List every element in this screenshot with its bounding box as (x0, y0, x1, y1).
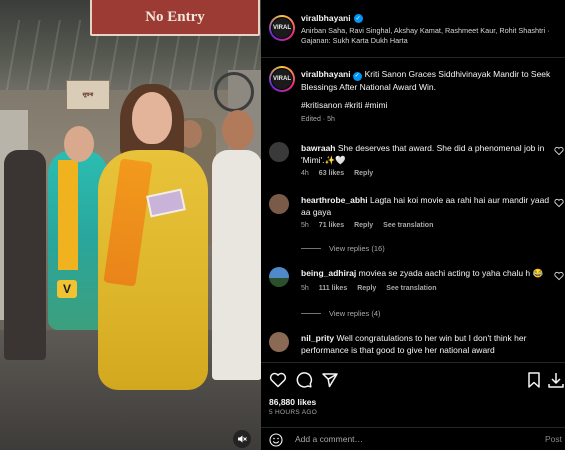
comment-text-row: nil_prity Well congratulations to her wi… (301, 332, 551, 356)
person-white-shirt (212, 150, 261, 380)
like-heart-icon[interactable] (269, 371, 287, 389)
verified-badge-icon: ✓ (352, 71, 362, 81)
download-icon[interactable] (547, 371, 565, 389)
comment-meta: 4h 63 likes Reply (301, 170, 373, 177)
comment-text: Well congratulations to her win but I do… (301, 333, 527, 355)
post-header: VIRAL viralbhayani ✓ Anirban Saha, Ravi … (261, 0, 565, 58)
audio-credit[interactable]: Anirban Saha, Ravi Singhal, Akshay Kamat… (301, 26, 561, 46)
author-username[interactable]: viralbhayani (301, 13, 351, 23)
comment-avatar[interactable] (269, 267, 289, 287)
comment-username[interactable]: hearthrobe_abhi (301, 195, 368, 205)
caption-avatar[interactable]: VIRAL (269, 66, 295, 92)
comment-time: 4h (301, 170, 309, 177)
see-translation-button[interactable]: See translation (386, 285, 436, 292)
post-side-panel: VIRAL viralbhayani ✓ Anirban Saha, Ravi … (261, 0, 565, 450)
post-comment-button[interactable]: Post (545, 434, 562, 444)
replies-line (301, 248, 321, 249)
author-username-row: viralbhayani ✓ (301, 13, 363, 23)
comment-username[interactable]: being_adhiraj (301, 268, 356, 278)
person-white-shirt-head (222, 110, 254, 150)
comment-likes[interactable]: 63 likes (319, 170, 344, 177)
comment-username[interactable]: bawraah (301, 143, 336, 153)
caption-hashtags[interactable]: #kritisanon #kriti #mimi (301, 100, 387, 110)
view-replies[interactable]: View replies (4) (301, 309, 381, 318)
add-comment-input[interactable]: Add a comment… (295, 434, 363, 444)
replies-line (301, 313, 321, 314)
person-dark-clothes (4, 150, 46, 360)
notice-text: सूचना (82, 92, 94, 98)
view-replies-label[interactable]: View replies (16) (329, 244, 385, 253)
comment-text: moviea se zyada aachi acting to yaha cha… (358, 268, 544, 278)
heart-icon[interactable] (554, 146, 564, 156)
comment-avatar[interactable] (269, 332, 289, 352)
comment-meta: 5h 71 likes Reply See translation (301, 222, 433, 229)
caption-username[interactable]: viralbhayani (301, 69, 351, 79)
brand-watermark: V (57, 280, 77, 298)
speaker-muted-icon (238, 435, 247, 443)
caption-meta: Edited · 5h (301, 116, 335, 123)
comment-text-row: bawraah She deserves that award. She did… (301, 142, 551, 166)
comment-likes[interactable]: 71 likes (319, 222, 344, 229)
brand-watermark-text: V (62, 282, 71, 296)
wall-fan (214, 72, 254, 112)
author-avatar[interactable]: VIRAL (269, 15, 295, 41)
view-replies[interactable]: View replies (16) (301, 244, 385, 253)
comment-username[interactable]: nil_prity (301, 333, 334, 343)
comment-avatar[interactable] (269, 194, 289, 214)
reply-button[interactable]: Reply (354, 170, 373, 177)
comment-likes[interactable]: 111 likes (319, 285, 347, 292)
post-media[interactable]: No Entry सूचना V (0, 0, 261, 450)
comment-text-row: being_adhiraj moviea se zyada aachi acti… (301, 267, 551, 279)
comment-avatar[interactable] (269, 142, 289, 162)
see-translation-button[interactable]: See translation (383, 222, 433, 229)
verified-badge-icon: ✓ (353, 13, 363, 23)
mute-button[interactable] (233, 430, 251, 448)
share-icon[interactable] (321, 371, 339, 389)
heart-icon[interactable] (554, 198, 564, 208)
notice-board: सूचना (66, 80, 110, 110)
emoji-icon[interactable] (269, 433, 283, 447)
yellow-scarf (58, 160, 78, 270)
comment-text-row: hearthrobe_abhi Lagta hai koi movie aa r… (301, 194, 551, 218)
main-person-face (132, 92, 172, 144)
person-teal-head (64, 126, 94, 162)
likes-count[interactable]: 86,880 likes (269, 397, 316, 407)
view-replies-label[interactable]: View replies (4) (329, 309, 381, 318)
reply-button[interactable]: Reply (357, 285, 376, 292)
comment-text: She deserves that award. She did a pheno… (301, 143, 545, 165)
add-comment-row: Add a comment… Post (261, 427, 565, 450)
heart-icon[interactable] (554, 271, 564, 281)
post-actions: 86,880 likes 5 HOURS AGO Add a comment… … (261, 362, 565, 450)
avatar-text: VIRAL (273, 76, 291, 82)
sign-text: No Entry (145, 8, 205, 25)
comment-meta: 5h 111 likes Reply See translation (301, 285, 436, 292)
reply-button[interactable]: Reply (354, 222, 373, 229)
bookmark-icon[interactable] (525, 371, 543, 389)
comment-time: 5h (301, 222, 309, 229)
caption-body: viralbhayani ✓ Kriti Sanon Graces Siddhivi… (301, 68, 559, 93)
comment-icon[interactable] (295, 371, 313, 389)
no-entry-sign: No Entry (90, 0, 260, 36)
post-time-ago: 5 HOURS AGO (269, 409, 318, 416)
comment-time: 5h (301, 285, 309, 292)
avatar-text: VIRAL (273, 25, 291, 31)
